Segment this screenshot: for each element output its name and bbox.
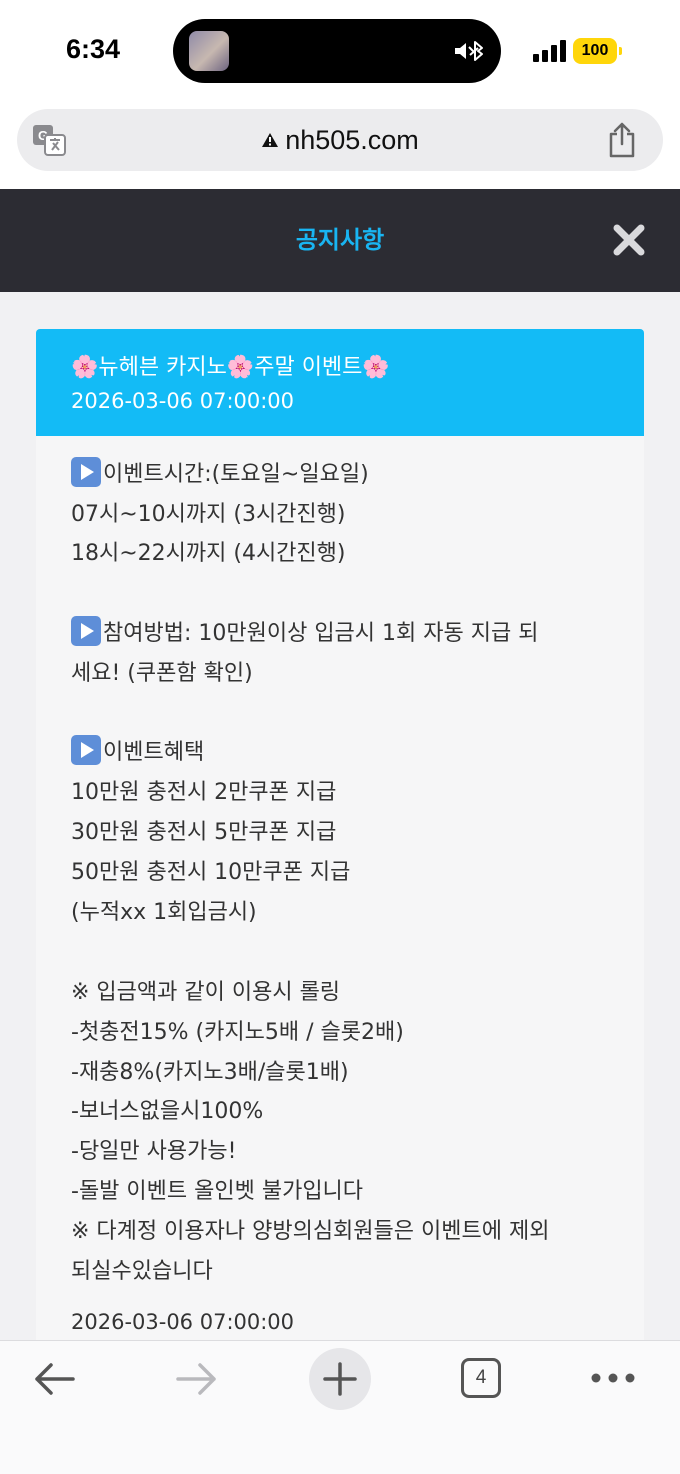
notice-line: 이벤트혜택: [71, 734, 204, 766]
notice-line: 참여방법: 10만원이상 입금시 1회 자동 지급 되: [71, 615, 538, 647]
warning-icon: [262, 133, 279, 147]
notice-line: -첫충전15% (카지노5배 / 슬롯2배): [71, 1020, 404, 1045]
status-time: 6:34: [66, 34, 121, 64]
dynamic-island[interactable]: [173, 19, 501, 83]
more-icon[interactable]: [590, 1368, 636, 1388]
notice-line: ※ 입금액과 같이 이용시 롤링: [71, 980, 341, 1005]
address-bar[interactable]: G nh505.com: [17, 109, 663, 171]
share-icon[interactable]: [607, 122, 637, 158]
status-bar: 6:34 100: [0, 0, 680, 100]
new-tab-button[interactable]: [309, 1348, 371, 1410]
notice-footer-date: 2026-03-06 07:00:00: [71, 1310, 295, 1334]
notice-header: 🌸뉴헤븐 카지노🌸주말 이벤트🌸 2026-03-06 07:00:00: [36, 329, 644, 436]
tabs-button[interactable]: 4: [461, 1358, 501, 1398]
cellular-signal-icon: [533, 40, 567, 62]
notice-line: -당일만 사용가능!: [71, 1139, 237, 1164]
forward-arrow-icon[interactable]: [176, 1361, 218, 1397]
now-playing-thumbnail: [189, 31, 229, 71]
notice-line: (누적xx 1회입금시): [71, 900, 257, 925]
notice-line: -재충8%(카지노3배/슬롯1배): [71, 1060, 349, 1085]
notice-line: 30만원 충전시 5만쿠폰 지급: [71, 820, 337, 845]
notice-line: -돌발 이벤트 올인벳 불가입니다: [71, 1179, 364, 1204]
notice-line: ※ 다계정 이용자나 양방의심회원들은 이벤트에 제외: [71, 1219, 550, 1244]
notice-line: 50만원 충전시 10만쿠폰 지급: [71, 860, 351, 885]
modal-header: 공지사항: [0, 189, 680, 292]
play-button-icon: [71, 735, 101, 765]
notice-line: 07시~10시까지 (3시간진행): [71, 502, 346, 527]
notice-line: 이벤트시간:(토요일~일요일): [71, 456, 369, 488]
plus-icon: [323, 1362, 357, 1396]
notice-line: 10만원 충전시 2만쿠폰 지급: [71, 780, 337, 805]
notice-title: 🌸뉴헤븐 카지노🌸주말 이벤트🌸: [71, 355, 390, 380]
browser-toolbar: 4: [0, 1340, 680, 1474]
notice-date: 2026-03-06 07:00:00: [71, 389, 295, 413]
play-button-icon: [71, 457, 101, 487]
modal-title: 공지사항: [295, 226, 385, 254]
audio-bluetooth-icon: [455, 41, 483, 61]
back-arrow-icon[interactable]: [33, 1361, 75, 1397]
notice-line: 되실수있습니다: [71, 1259, 213, 1284]
notice-line: -보너스없을시100%: [71, 1099, 264, 1124]
notice-line: 세요! (쿠폰함 확인): [71, 661, 253, 686]
notice-body: 이벤트시간:(토요일~일요일) 07시~10시까지 (3시간진행) 18시~22…: [36, 436, 644, 1340]
play-button-icon: [71, 616, 101, 646]
url-text[interactable]: nh505.com: [285, 125, 419, 156]
battery-icon: 100: [573, 38, 622, 64]
notice-line: 18시~22시까지 (4시간진행): [71, 541, 346, 566]
close-icon[interactable]: [611, 222, 647, 258]
